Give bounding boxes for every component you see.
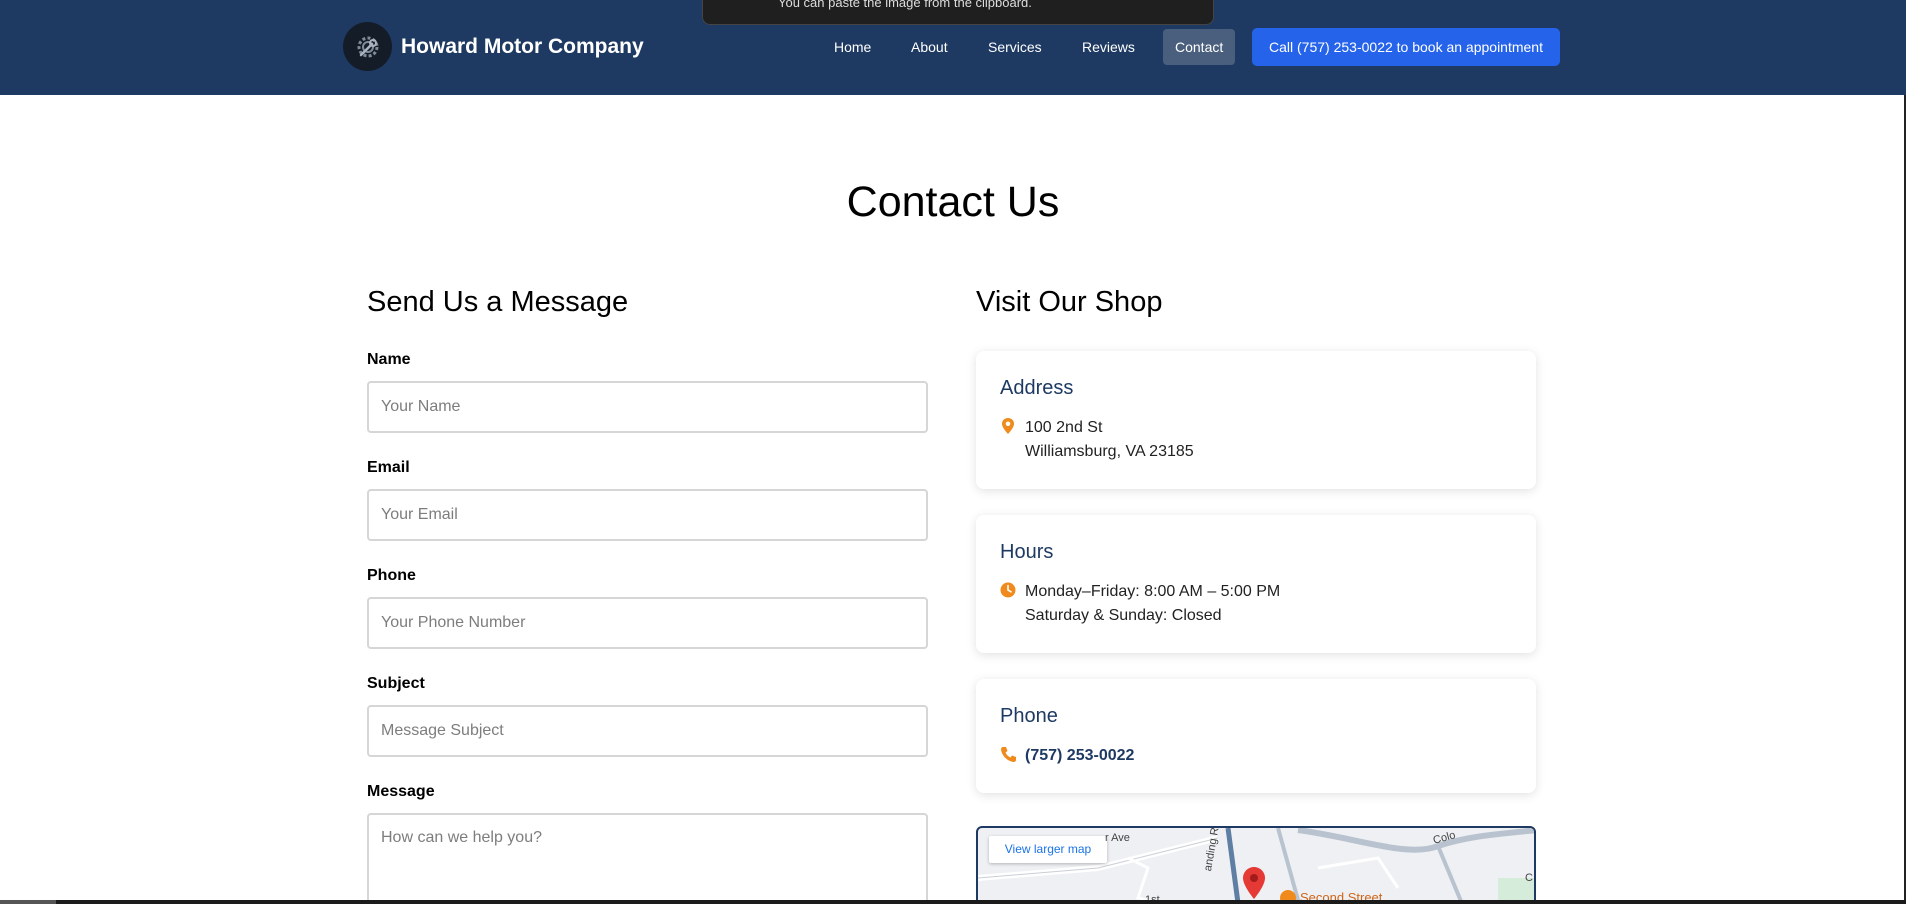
page-title: Contact Us [846, 178, 1060, 226]
nav-about[interactable]: About [899, 29, 960, 65]
nav-contact[interactable]: Contact [1163, 29, 1236, 65]
shop-map[interactable]: View larger map r Ave anding Rd Colo 1st… [976, 826, 1536, 904]
address-line2: Williamsburg, VA 23185 [1025, 443, 1194, 460]
subject-label: Subject [367, 675, 425, 692]
hours-weekday: Monday–Friday: 8:00 AM – 5:00 PM [1025, 583, 1281, 600]
scrollbar-thumb[interactable] [0, 900, 56, 904]
hours-weekend: Saturday & Sunday: Closed [1025, 607, 1222, 624]
name-label: Name [367, 351, 411, 368]
email-label: Email [367, 459, 410, 476]
email-input[interactable]: Your Email [367, 489, 928, 541]
name-input[interactable]: Your Name [367, 381, 928, 433]
phone-icon [1001, 747, 1016, 762]
call-to-book-button[interactable]: Call (757) 253-0022 to book an appointme… [1252, 28, 1560, 66]
form-title: Send Us a Message [367, 286, 629, 318]
nav-services[interactable]: Services [976, 29, 1054, 65]
wrench-gear-logo-icon [343, 22, 392, 71]
map-marker-icon [1243, 867, 1265, 899]
message-label: Message [367, 783, 435, 800]
phone-input[interactable]: Your Phone Number [367, 597, 928, 649]
map-pin-icon [1002, 418, 1014, 434]
shop-title: Visit Our Shop [976, 286, 1163, 318]
brand[interactable]: Howard Motor Company [343, 22, 644, 71]
brand-name: Howard Motor Company [401, 34, 644, 58]
address-card: Address 100 2nd St Williamsburg, VA 2318… [976, 351, 1536, 489]
phone-label: Phone [367, 567, 416, 584]
phone-card: Phone (757) 253-0022 [976, 679, 1536, 793]
clock-icon [1000, 582, 1016, 598]
address-title: Address [1000, 377, 1074, 399]
map-street-label: C [1525, 872, 1533, 884]
nav-reviews[interactable]: Reviews [1070, 29, 1147, 65]
phone-link[interactable]: (757) 253-0022 [1025, 744, 1134, 768]
phone-title: Phone [1000, 705, 1058, 727]
message-textarea[interactable]: How can we help you? [367, 813, 928, 904]
map-street-label: r Ave [1105, 832, 1130, 844]
hours-card: Hours Monday–Friday: 8:00 AM – 5:00 PM S… [976, 515, 1536, 653]
address-line1: 100 2nd St [1025, 419, 1103, 436]
horizontal-scrollbar[interactable] [0, 900, 1906, 904]
nav-home[interactable]: Home [822, 29, 883, 65]
toast-text: You can paste the image from the clipboa… [778, 0, 1032, 10]
hours-title: Hours [1000, 541, 1054, 563]
paste-hint-toast: You can paste the image from the clipboa… [702, 0, 1214, 25]
view-larger-map-link[interactable]: View larger map [989, 836, 1107, 863]
subject-input[interactable]: Message Subject [367, 705, 928, 757]
